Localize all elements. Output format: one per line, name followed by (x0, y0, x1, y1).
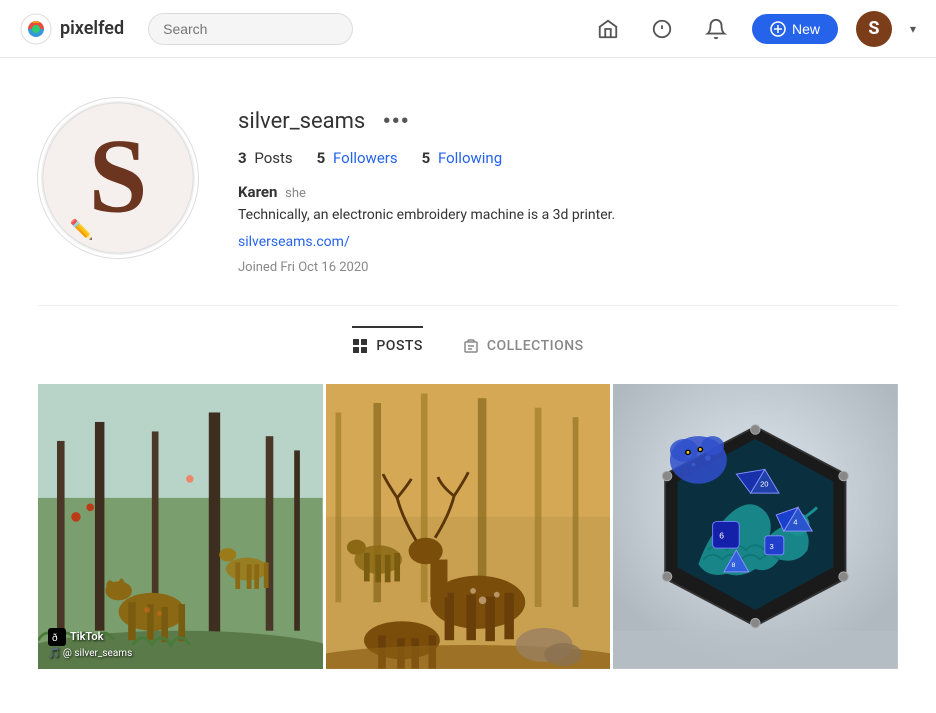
avatar-image: S ✏️ (41, 98, 195, 258)
profile-info: silver_seams ••• 3 Posts 5 Followers 5 F… (238, 98, 898, 275)
profile-username: silver_seams (238, 109, 365, 134)
new-button[interactable]: New (752, 14, 838, 44)
pronouns: she (285, 186, 306, 201)
profile-joined: Joined Fri Oct 16 2020 (238, 260, 898, 275)
post-image-3: 20 4 6 3 8 (613, 384, 898, 669)
tiktok-watermark: ð TikTok 🎵 @ silver_seams (48, 628, 132, 659)
plus-icon (770, 21, 786, 37)
svg-text:✏️: ✏️ (70, 217, 94, 241)
post-item-3[interactable]: 20 4 6 3 8 (613, 384, 898, 669)
navbar: pixelfed (0, 0, 936, 58)
stat-following[interactable]: 5 Following (422, 149, 503, 167)
profile-display-name: Karen she (238, 183, 898, 201)
home-icon (597, 18, 619, 40)
search-bar (148, 13, 353, 45)
explore-icon (651, 18, 673, 40)
svg-text:S: S (89, 118, 148, 235)
bell-icon (705, 18, 727, 40)
tab-collections-label: COLLECTIONS (487, 338, 584, 354)
followers-label: Followers (333, 149, 398, 167)
brand-name: pixelfed (60, 18, 124, 39)
following-count: 5 (422, 149, 431, 167)
followers-count: 5 (317, 149, 326, 167)
profile-stats: 3 Posts 5 Followers 5 Following (238, 149, 898, 167)
grid-icon (352, 338, 368, 354)
svg-text:20: 20 (760, 479, 768, 488)
posts-grid: ð TikTok 🎵 @ silver_seams (38, 384, 898, 669)
collection-icon (463, 338, 479, 354)
user-avatar-nav[interactable]: S (856, 11, 892, 47)
user-menu-arrow[interactable]: ▾ (910, 22, 916, 36)
svg-text:8: 8 (732, 562, 736, 569)
tiktok-logo-icon: ð (48, 628, 66, 646)
post-image-2 (326, 384, 611, 669)
svg-text:4: 4 (794, 517, 798, 526)
profile-website-link[interactable]: silverseams.com/ (238, 234, 350, 250)
profile-avatar: S ✏️ (38, 98, 198, 258)
posts-label: Posts (254, 149, 292, 167)
profile-container: S ✏️ silver_seams ••• 3 Posts 5 Follower… (18, 58, 918, 669)
post-item-2[interactable] (326, 384, 611, 669)
search-input[interactable] (148, 13, 353, 45)
tab-posts[interactable]: POSTS (352, 326, 422, 364)
profile-bio: Technically, an electronic embroidery ma… (238, 207, 898, 223)
profile-more-button[interactable]: ••• (377, 108, 416, 135)
notifications-button[interactable] (698, 11, 734, 47)
tab-posts-label: POSTS (376, 338, 422, 354)
svg-text:6: 6 (720, 531, 725, 541)
following-label: Following (438, 149, 502, 167)
profile-header: S ✏️ silver_seams ••• 3 Posts 5 Follower… (38, 98, 898, 306)
username-row: silver_seams ••• (238, 108, 898, 135)
display-name-text: Karen (238, 183, 277, 201)
tab-collections[interactable]: COLLECTIONS (463, 326, 584, 364)
profile-tabs: POSTS COLLECTIONS (38, 326, 898, 364)
stat-followers[interactable]: 5 Followers (317, 149, 398, 167)
explore-button[interactable] (644, 11, 680, 47)
svg-text:ð: ð (52, 632, 58, 644)
post-image-1 (38, 384, 323, 669)
svg-text:3: 3 (770, 542, 774, 551)
nav-icons: New S ▾ (590, 11, 916, 47)
brand-link[interactable]: pixelfed (20, 13, 124, 45)
stat-posts: 3 Posts (238, 149, 293, 167)
new-button-label: New (792, 21, 820, 37)
posts-count: 3 (238, 149, 247, 167)
post-item-1[interactable]: ð TikTok 🎵 @ silver_seams (38, 384, 323, 669)
home-button[interactable] (590, 11, 626, 47)
brand-logo-icon (20, 13, 52, 45)
